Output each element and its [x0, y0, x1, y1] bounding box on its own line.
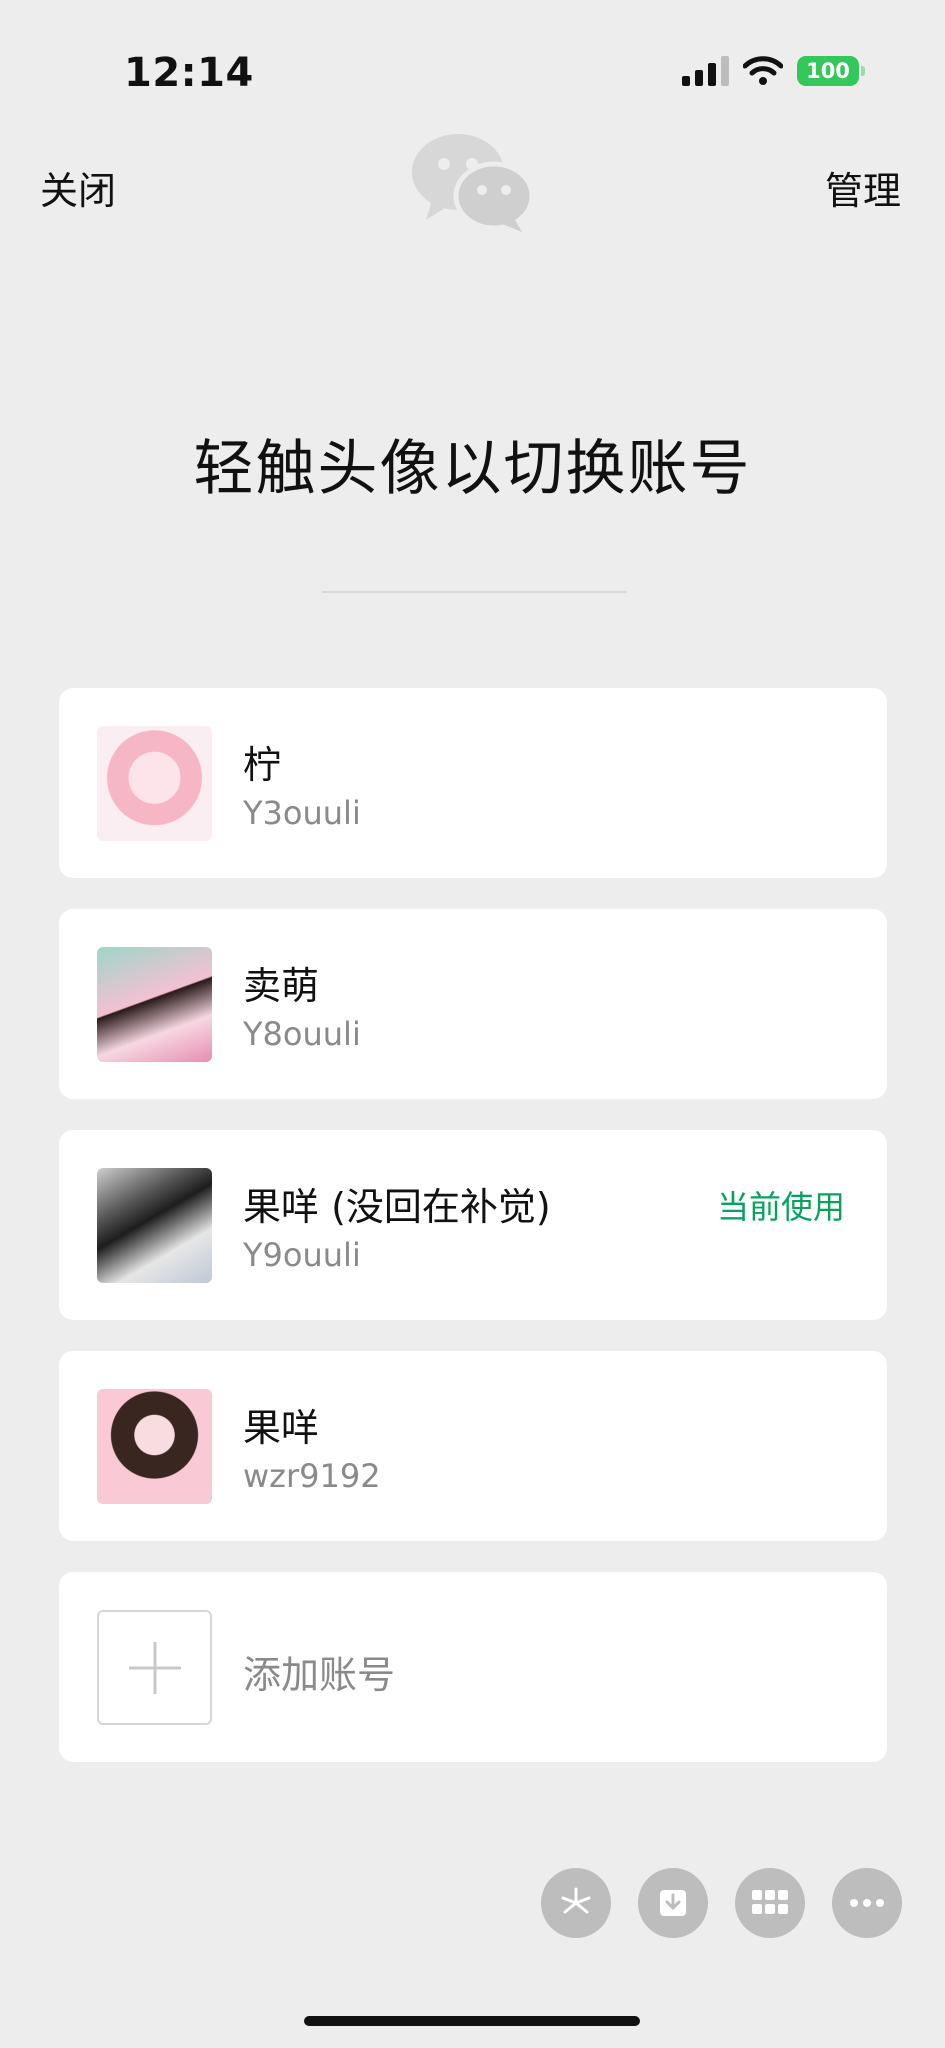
- add-account-card[interactable]: 添加账号: [59, 1572, 887, 1762]
- divider: [322, 591, 627, 593]
- account-name: 果咩: [243, 1406, 320, 1450]
- manage-button[interactable]: 管理: [825, 160, 901, 215]
- avatar[interactable]: [97, 947, 212, 1062]
- account-name: 卖萌: [243, 964, 320, 1008]
- account-card-3[interactable]: 果咩 (没回在补觉) Y9ouuli 当前使用: [59, 1130, 887, 1320]
- close-button[interactable]: 关闭: [40, 160, 116, 215]
- grid-icon[interactable]: [735, 1868, 805, 1938]
- account-id: Y3ouuli: [243, 794, 361, 832]
- status-icons: 100: [682, 56, 865, 86]
- more-icon[interactable]: [832, 1868, 902, 1938]
- account-switcher-screen: 12:14 100 关闭 管理 轻触头像以切换账号 柠 Y3ouuli 卖萌 Y…: [0, 0, 945, 2048]
- avatar[interactable]: [97, 1168, 212, 1283]
- battery-icon: 100: [797, 56, 865, 86]
- home-indicator[interactable]: [304, 2016, 640, 2026]
- status-time: 12:14: [124, 50, 254, 96]
- page-title: 轻触头像以切换账号: [193, 434, 752, 504]
- account-card-2[interactable]: 卖萌 Y8ouuli: [59, 909, 887, 1099]
- pinwheel-icon[interactable]: [541, 1868, 611, 1938]
- add-account-label: 添加账号: [243, 1653, 396, 1697]
- avatar[interactable]: [97, 1389, 212, 1504]
- plus-icon[interactable]: [97, 1610, 212, 1725]
- download-icon[interactable]: [638, 1868, 708, 1938]
- account-name: 果咩 (没回在补觉): [243, 1185, 551, 1229]
- account-id: wzr9192: [243, 1457, 381, 1495]
- signal-icon: [682, 56, 729, 86]
- battery-level: 100: [806, 59, 850, 83]
- account-id: Y9ouuli: [243, 1236, 361, 1274]
- avatar[interactable]: [97, 726, 212, 841]
- account-name: 柠: [243, 743, 282, 787]
- wechat-logo-icon: [410, 130, 536, 238]
- account-card-1[interactable]: 柠 Y3ouuli: [59, 688, 887, 878]
- account-card-4[interactable]: 果咩 wzr9192: [59, 1351, 887, 1541]
- account-id: Y8ouuli: [243, 1015, 361, 1053]
- wifi-icon: [743, 56, 783, 86]
- current-account-badge: 当前使用: [716, 1188, 845, 1226]
